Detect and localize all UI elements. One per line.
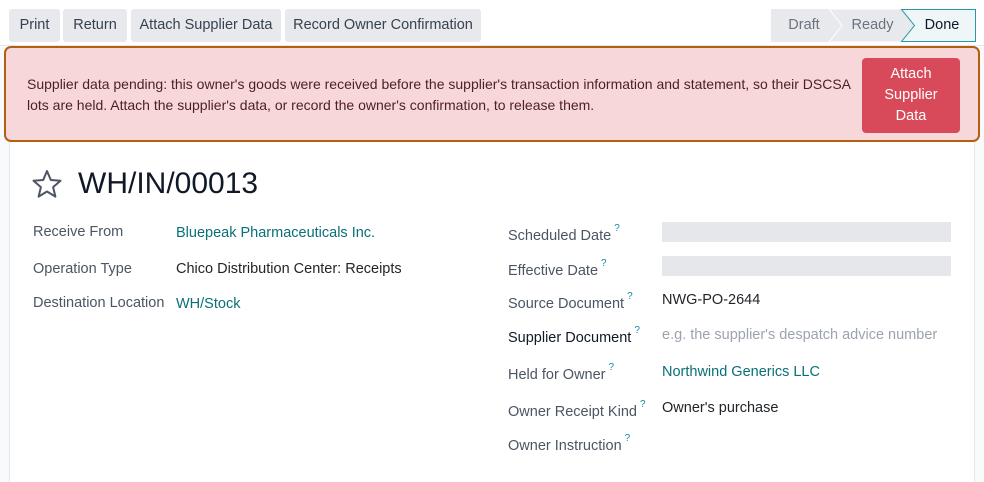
control-panel: Print Return Attach Supplier Data Record… [0, 0, 984, 46]
record-title: WH/IN/00013 [78, 167, 259, 200]
star-outline-icon[interactable] [31, 168, 63, 200]
record-owner-confirmation-button[interactable]: Record Owner Confirmation [285, 9, 481, 42]
held-for-owner-label-text: Held for Owner [508, 366, 606, 383]
owner-instruction-label: Owner Instruction? [508, 433, 630, 455]
destination-location-value[interactable]: WH/Stock [176, 295, 240, 313]
owner-instruction-label-text: Owner Instruction [508, 437, 622, 454]
effective-date-label: Effective Date? [508, 258, 607, 280]
attach-supplier-data-button[interactable]: Attach Supplier Data [131, 9, 281, 42]
destination-location-label: Destination Location [33, 295, 165, 311]
source-document-label-text: Source Document [508, 295, 625, 312]
supplier-data-pending-alert: Supplier data pending: this owner's good… [4, 46, 980, 142]
supplier-document-input[interactable]: e.g. the supplier's despatch advice numb… [662, 326, 937, 344]
scheduled-date-field[interactable] [662, 222, 951, 242]
alert-attach-supplier-data-button[interactable]: Attach Supplier Data [862, 58, 960, 133]
held-for-owner-label: Held for Owner? [508, 362, 614, 384]
source-document-help-icon[interactable]: ? [627, 291, 633, 302]
owner-instruction-help-icon[interactable]: ? [625, 433, 631, 444]
effective-date-label-text: Effective Date [508, 262, 599, 279]
effective-date-field[interactable] [662, 256, 951, 276]
alert-message: Supplier data pending: this owner's good… [27, 76, 851, 113]
receive-from-value[interactable]: Bluepeak Pharmaceuticals Inc. [176, 224, 375, 242]
effective-date-help-icon[interactable]: ? [601, 258, 607, 269]
owner-receipt-kind-value[interactable]: Owner's purchase [662, 399, 778, 417]
status-step-draft[interactable]: Draft [771, 9, 837, 42]
receive-from-label: Receive From [33, 224, 124, 240]
status-step-ready[interactable]: Ready [839, 9, 906, 42]
status-bar: Draft Ready Done [771, 9, 976, 42]
owner-receipt-kind-label: Owner Receipt Kind? [508, 399, 646, 421]
status-step-done[interactable]: Done [911, 9, 973, 42]
scheduled-date-help-icon[interactable]: ? [614, 223, 620, 234]
owner-receipt-kind-help-icon[interactable]: ? [640, 399, 646, 410]
operation-type-label: Operation Type [33, 261, 132, 277]
supplier-document-label-text: Supplier Document [508, 329, 632, 346]
print-button[interactable]: Print [9, 9, 60, 42]
scheduled-date-label-text: Scheduled Date [508, 227, 612, 244]
return-button[interactable]: Return [63, 9, 127, 42]
operation-type-value[interactable]: Chico Distribution Center: Receipts [176, 260, 402, 278]
held-for-owner-help-icon[interactable]: ? [609, 362, 615, 373]
supplier-document-help-icon[interactable]: ? [634, 325, 640, 336]
held-for-owner-value[interactable]: Northwind Generics LLC [662, 363, 820, 381]
scheduled-date-label: Scheduled Date? [508, 223, 620, 245]
source-document-value[interactable]: NWG-PO-2644 [662, 291, 760, 309]
owner-receipt-kind-label-text: Owner Receipt Kind [508, 403, 637, 420]
source-document-label: Source Document? [508, 291, 633, 313]
supplier-document-label: Supplier Document? [508, 325, 640, 347]
